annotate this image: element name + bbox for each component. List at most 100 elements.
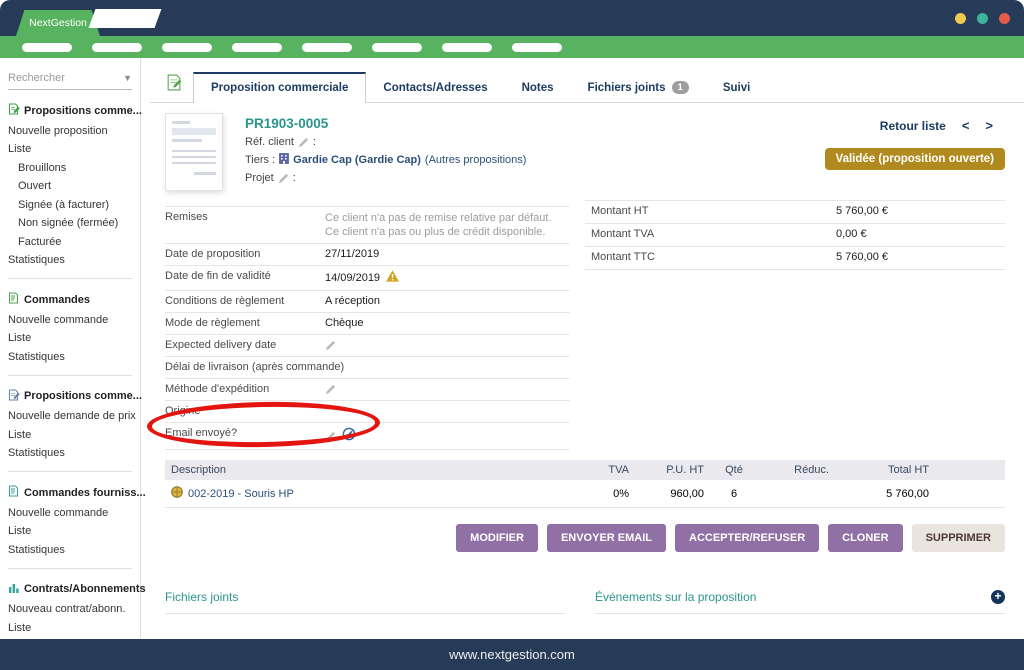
sidebar-section-commandes-fournisseurs: Commandes fourniss... Nouvelle commande … bbox=[8, 485, 132, 569]
sidebar-item-liste[interactable]: Liste bbox=[8, 143, 132, 155]
tiers-other-proposals-link[interactable]: (Autres propositions) bbox=[425, 154, 527, 166]
total-row-ht: Montant HT 5 760,00 € bbox=[585, 201, 1005, 224]
proposal-fields-table: Remises Ce client n'a pas de remise rela… bbox=[165, 206, 570, 450]
search-input[interactable] bbox=[8, 72, 108, 84]
discount-note-1: Ce client n'a pas de remise relative par… bbox=[325, 211, 570, 225]
add-event-icon[interactable]: + bbox=[991, 590, 1005, 604]
events-link[interactable]: Événements sur la proposition bbox=[595, 590, 756, 604]
nav-pill[interactable] bbox=[442, 43, 492, 52]
colon: : bbox=[293, 172, 296, 184]
field-row-date-proposition: Date de proposition 27/11/2019 bbox=[165, 244, 570, 266]
field-row-date-fin-validite: Date de fin de validité 14/09/2019 bbox=[165, 266, 570, 291]
app-window: NextGestion ▼ Propositions comme... Nouv… bbox=[0, 0, 1024, 670]
sidebar-item-nouvelle-commande[interactable]: Nouvelle commande bbox=[8, 314, 132, 326]
window-dot-red[interactable] bbox=[999, 13, 1010, 24]
sidebar-item-statistiques[interactable]: Statistiques bbox=[8, 447, 132, 459]
sidebar-item-liste[interactable]: Liste bbox=[8, 622, 132, 634]
window-dot-teal[interactable] bbox=[977, 13, 988, 24]
attachments-link[interactable]: Fichiers joints bbox=[165, 590, 238, 604]
email-sent-status-icon[interactable] bbox=[342, 427, 356, 445]
total-value: 0,00 € bbox=[836, 228, 867, 241]
field-value bbox=[325, 361, 570, 374]
tiers-link[interactable]: Gardie Cap (Gardie Cap) bbox=[293, 154, 421, 166]
nav-pill[interactable] bbox=[232, 43, 282, 52]
discount-note-2: Ce client n'a pas ou plus de crédit disp… bbox=[325, 225, 570, 239]
nav-pill[interactable] bbox=[22, 43, 72, 52]
list-navigation: Retour liste < > bbox=[880, 118, 993, 133]
total-row-tva: Montant TVA 0,00 € bbox=[585, 224, 1005, 247]
edit-pencil-icon[interactable] bbox=[298, 137, 309, 148]
send-email-button[interactable]: ENVOYER EMAIL bbox=[547, 524, 666, 552]
modify-button[interactable]: MODIFIER bbox=[456, 524, 538, 552]
line-item-row: 002-2019 - Souris HP 0% 960,00 6 5 760,0… bbox=[165, 480, 1005, 508]
sidebar: ▼ Propositions comme... Nouvelle proposi… bbox=[0, 58, 141, 638]
delete-button[interactable]: SUPPRIMER bbox=[912, 524, 1005, 552]
edit-pencil-icon[interactable] bbox=[325, 431, 336, 442]
sidebar-search[interactable]: ▼ bbox=[8, 72, 132, 90]
back-to-list-link[interactable]: Retour liste bbox=[880, 119, 946, 133]
accept-refuse-button[interactable]: ACCEPTER/REFUSER bbox=[675, 524, 819, 552]
field-label: Date de proposition bbox=[165, 248, 325, 261]
product-link[interactable]: 002-2019 - Souris HP bbox=[188, 488, 294, 500]
sidebar-item-liste[interactable]: Liste bbox=[8, 525, 132, 537]
field-row-mode-reglement: Mode de règlement Chèque bbox=[165, 313, 570, 335]
brand-tab[interactable]: NextGestion bbox=[16, 10, 100, 36]
tab-suivi[interactable]: Suivi bbox=[706, 74, 767, 102]
tab-fichiers-joints[interactable]: Fichiers joints 1 bbox=[571, 73, 706, 102]
line-items-header: Description TVA P.U. HT Qté Réduc. Total… bbox=[165, 460, 1005, 480]
sidebar-item-nouvelle-commande[interactable]: Nouvelle commande bbox=[8, 507, 132, 519]
nav-pill[interactable] bbox=[372, 43, 422, 52]
total-label: Montant TTC bbox=[591, 251, 836, 264]
sidebar-item-nouvelle-demande-de-prix[interactable]: Nouvelle demande de prix bbox=[8, 410, 132, 422]
order-doc-icon bbox=[8, 292, 20, 307]
sidebar-item-non-signee[interactable]: Non signée (fermée) bbox=[8, 217, 132, 229]
sidebar-section-title-label: Propositions comme... bbox=[24, 390, 142, 402]
sidebar-item-statistiques[interactable]: Statistiques bbox=[8, 544, 132, 556]
nav-pill[interactable] bbox=[162, 43, 212, 52]
edit-pencil-icon[interactable] bbox=[325, 340, 336, 351]
window-dot-yellow[interactable] bbox=[955, 13, 966, 24]
product-icon bbox=[171, 486, 183, 501]
sidebar-divider bbox=[8, 471, 132, 472]
chevron-down-icon[interactable]: ▼ bbox=[123, 73, 132, 83]
tab-contacts-adresses[interactable]: Contacts/Adresses bbox=[366, 74, 504, 102]
sidebar-section-title[interactable]: Contrats/Abonnements bbox=[8, 582, 132, 597]
field-value: Chèque bbox=[325, 317, 570, 330]
previous-record-icon[interactable]: < bbox=[962, 118, 970, 133]
field-value: 27/11/2019 bbox=[325, 248, 570, 261]
sidebar-item-facturee[interactable]: Facturée bbox=[8, 236, 132, 248]
supplier-proposal-doc-icon bbox=[8, 389, 20, 404]
edit-pencil-icon[interactable] bbox=[278, 173, 289, 184]
tab-proposition-commerciale[interactable]: Proposition commerciale bbox=[193, 72, 366, 103]
sidebar-item-signee[interactable]: Signée (à facturer) bbox=[8, 199, 132, 211]
sidebar-item-ouvert[interactable]: Ouvert bbox=[8, 180, 132, 192]
next-record-icon[interactable]: > bbox=[985, 118, 993, 133]
sidebar-section-title[interactable]: Propositions comme... bbox=[8, 389, 132, 404]
sidebar-item-liste[interactable]: Liste bbox=[8, 429, 132, 441]
field-label: Conditions de règlement bbox=[165, 295, 325, 308]
field-row-expected-delivery-date: Expected delivery date bbox=[165, 335, 570, 357]
sidebar-item-nouvelle-proposition[interactable]: Nouvelle proposition bbox=[8, 125, 132, 137]
field-label: Délai de livraison (après commande) bbox=[165, 361, 325, 374]
sidebar-item-statistiques[interactable]: Statistiques bbox=[8, 351, 132, 363]
nav-pill[interactable] bbox=[302, 43, 352, 52]
total-value: 5 760,00 € bbox=[836, 251, 888, 264]
contracts-chart-icon bbox=[8, 582, 20, 597]
sidebar-section-title[interactable]: Commandes fourniss... bbox=[8, 485, 132, 500]
sidebar-section-title[interactable]: Propositions comme... bbox=[8, 103, 132, 118]
tab-notes[interactable]: Notes bbox=[505, 74, 571, 102]
sidebar-item-liste[interactable]: Liste bbox=[8, 332, 132, 344]
field-value: A réception bbox=[325, 295, 570, 308]
edit-pencil-icon[interactable] bbox=[325, 384, 336, 395]
clone-button[interactable]: CLONER bbox=[828, 524, 902, 552]
field-row-origine: Origine bbox=[165, 401, 570, 423]
sidebar-item-nouveau-contrat[interactable]: Nouveau contrat/abonn. bbox=[8, 603, 132, 615]
nav-pill[interactable] bbox=[92, 43, 142, 52]
document-banner: PR1903-0005 Réf. client : Tiers : Gardie… bbox=[165, 110, 1005, 202]
document-thumbnail[interactable] bbox=[165, 113, 223, 191]
nav-pill[interactable] bbox=[512, 43, 562, 52]
sidebar-section-title[interactable]: Commandes bbox=[8, 292, 132, 307]
sidebar-item-statistiques[interactable]: Statistiques bbox=[8, 254, 132, 266]
sidebar-item-brouillons[interactable]: Brouillons bbox=[8, 162, 132, 174]
line-total-ht: 5 760,00 bbox=[829, 488, 929, 500]
